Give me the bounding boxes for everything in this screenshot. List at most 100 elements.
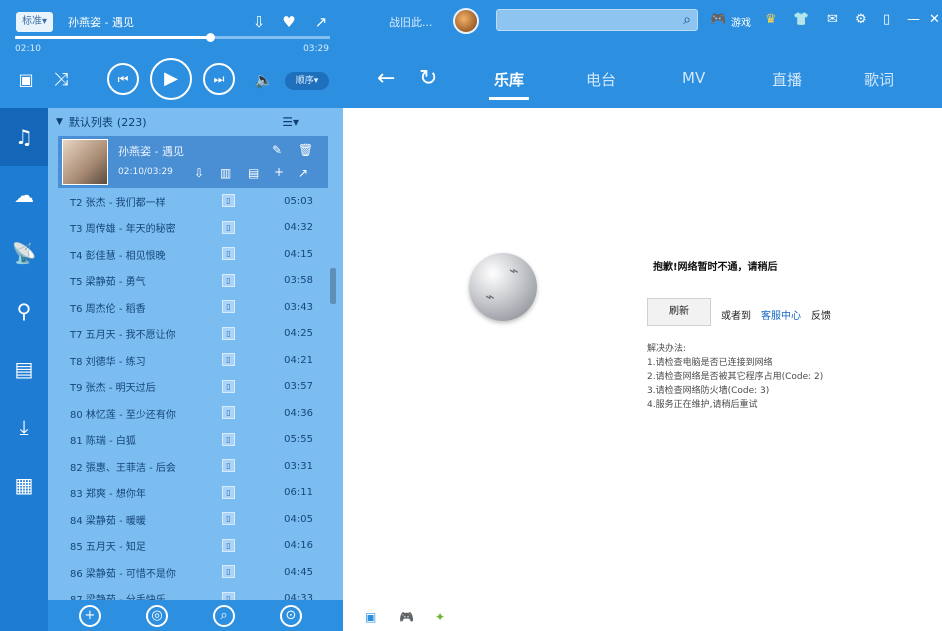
- volume-icon[interactable]: 🔈: [254, 70, 274, 90]
- user-name[interactable]: 战旧此...: [389, 14, 433, 30]
- prev-button[interactable]: ⏮: [107, 63, 139, 95]
- vip-icon[interactable]: ♛: [765, 11, 777, 29]
- play-button[interactable]: ▶: [150, 58, 192, 100]
- mv-tag-icon[interactable]: ▯: [222, 485, 235, 499]
- skin-shirt-icon[interactable]: 👕: [793, 11, 809, 29]
- playlist-menu-icon[interactable]: ☰▾: [282, 115, 299, 129]
- tab-live[interactable]: 直播: [772, 69, 802, 90]
- table-row[interactable]: 80 林忆莲 - 至少还有你 ▯ 04:36: [48, 400, 343, 427]
- mv-tag-icon[interactable]: ▯: [222, 459, 235, 472]
- search-icon[interactable]: ⌕: [683, 10, 691, 30]
- mv-tag-icon[interactable]: ▯: [222, 326, 235, 340]
- sidebar-item-files[interactable]: ▤: [0, 340, 48, 398]
- service-center-link[interactable]: 客服中心: [761, 307, 801, 322]
- refresh-button[interactable]: 刷新: [647, 298, 711, 326]
- cloud-icon: ☁: [14, 183, 34, 207]
- track-name: 82 張惠、王菲洁 - 后会: [70, 462, 176, 474]
- gamepad-icon[interactable]: 🎮: [399, 610, 414, 624]
- table-row[interactable]: T4 彭佳慧 - 相见恨晚 ▯ 04:15: [48, 241, 343, 268]
- heart-icon[interactable]: ♥: [278, 12, 300, 32]
- mv-icon[interactable]: ▥: [220, 166, 231, 180]
- tab-mv[interactable]: MV: [682, 69, 705, 87]
- sidebar-item-cloud[interactable]: ☁: [0, 166, 48, 224]
- search-input[interactable]: ⌕: [496, 9, 698, 31]
- minimize-icon[interactable]: —: [907, 11, 920, 29]
- tab-radio[interactable]: 电台: [586, 69, 616, 90]
- table-row[interactable]: T7 五月天 - 我不愿让你 ▯ 04:25: [48, 321, 343, 348]
- mini-mode-icon[interactable]: ▯: [883, 11, 890, 29]
- mv-tag-icon[interactable]: ▯: [222, 273, 235, 287]
- progress-bar[interactable]: [15, 33, 330, 42]
- mv-tag-icon[interactable]: ▯: [222, 247, 235, 260]
- playlist-scrollbar[interactable]: [330, 268, 336, 304]
- lyrics-icon[interactable]: ▤: [248, 166, 259, 180]
- mv-tag-icon[interactable]: ▯: [222, 194, 235, 207]
- mv-tag-icon[interactable]: ▯: [222, 565, 235, 578]
- quality-selector[interactable]: 标准▾: [16, 12, 54, 32]
- table-row[interactable]: T3 周传雄 - 年天的秘密 ▯ 04:32: [48, 215, 343, 242]
- table-row[interactable]: 83 郑爽 - 想你年 ▯ 06:11: [48, 480, 343, 507]
- table-row[interactable]: 86 梁静茹 - 可惜不是你 ▯ 04:45: [48, 559, 343, 586]
- tab-library[interactable]: 乐库: [494, 69, 524, 90]
- refresh-icon[interactable]: ↻: [419, 66, 437, 91]
- game-label[interactable]: 游戏: [731, 14, 751, 29]
- mic-icon[interactable]: ✎: [272, 143, 282, 157]
- close-icon[interactable]: ✕: [929, 11, 940, 29]
- avatar[interactable]: [453, 8, 479, 34]
- solution-line: 4.服务正在维护,请稍后重试: [647, 400, 758, 410]
- track-name: 85 五月天 - 知足: [70, 542, 146, 554]
- next-button[interactable]: ⏭: [203, 63, 235, 95]
- mv-tag-icon[interactable]: ▯: [222, 432, 235, 446]
- table-row[interactable]: T9 张杰 - 明天过后 ▯ 03:57: [48, 374, 343, 401]
- mv-tag-icon[interactable]: ▯: [222, 220, 235, 234]
- share-icon[interactable]: ↗: [298, 166, 308, 180]
- search-icon[interactable]: ⌕: [213, 605, 235, 627]
- table-row[interactable]: T8 刘德华 - 练习 ▯ 04:21: [48, 347, 343, 374]
- add-icon[interactable]: +: [274, 165, 284, 179]
- mv-tag-icon[interactable]: ▯: [222, 591, 235, 600]
- tab-lyrics[interactable]: 歌词: [864, 69, 894, 90]
- sidebar-item-location[interactable]: ⚲: [0, 282, 48, 340]
- share-icon[interactable]: ↗: [310, 12, 332, 32]
- mv-tag-icon[interactable]: ▯: [222, 300, 235, 313]
- download-icon[interactable]: ⇩: [194, 166, 204, 180]
- mv-tag-icon[interactable]: ▯: [222, 512, 235, 525]
- trash-icon[interactable]: 🗑: [298, 143, 313, 157]
- mail-icon[interactable]: ✉: [827, 11, 838, 29]
- gamepad-icon[interactable]: 🎮: [710, 11, 726, 29]
- table-row[interactable]: T6 周杰伦 - 稻香 ▯ 03:43: [48, 294, 343, 321]
- mv-tag-icon[interactable]: ▯: [222, 353, 235, 366]
- sidebar-item-download[interactable]: ⤓: [0, 398, 48, 456]
- shuffle-icon[interactable]: ⤨: [50, 70, 72, 90]
- settings-icon[interactable]: ⚙: [855, 11, 867, 29]
- play-mode-selector[interactable]: 顺序▾: [285, 72, 329, 90]
- sidebar-item-music[interactable]: ♫: [0, 108, 48, 166]
- playlist-panel: ▼ 默认列表 (223) ☰▾ 孙燕姿 - 遇见 02:10/03:29 ⇩ ✎…: [48, 108, 343, 600]
- table-row[interactable]: 84 梁静茹 - 暖暖 ▯ 04:05: [48, 506, 343, 533]
- table-row[interactable]: T5 梁静茹 - 勇气 ▯ 03:58: [48, 268, 343, 295]
- download-icon[interactable]: ⇩: [248, 12, 270, 32]
- table-row[interactable]: 85 五月天 - 知足 ▯ 04:16: [48, 533, 343, 560]
- track-name: T2 张杰 - 我们都一样: [70, 197, 166, 209]
- add-icon[interactable]: +: [79, 605, 101, 627]
- playlist-count: (223): [116, 115, 147, 129]
- settings-icon[interactable]: ⊙: [280, 605, 302, 627]
- mini-mode-icon[interactable]: ▣: [16, 70, 36, 90]
- playlist-header[interactable]: ▼ 默认列表 (223) ☰▾: [48, 108, 343, 136]
- back-arrow-icon[interactable]: ←: [377, 66, 395, 91]
- mv-tag-icon[interactable]: ▯: [222, 379, 235, 393]
- table-row[interactable]: 87 梁静茹 - 分手快乐 ▯ 04:33: [48, 586, 343, 600]
- app-icon[interactable]: ▣: [365, 610, 376, 624]
- progress-knob[interactable]: [206, 33, 216, 42]
- table-row[interactable]: 82 張惠、王菲洁 - 后会 ▯ 03:31: [48, 453, 343, 480]
- collapse-triangle-icon[interactable]: ▼: [56, 117, 63, 127]
- sidebar-item-radio[interactable]: 📡: [0, 224, 48, 282]
- mv-tag-icon[interactable]: ▯: [222, 538, 235, 552]
- plugin-icon[interactable]: ✦: [435, 610, 445, 624]
- locate-icon[interactable]: ◎: [146, 605, 168, 627]
- table-row[interactable]: 81 陈瑞 - 白狐 ▯ 05:55: [48, 427, 343, 454]
- sidebar-item-apps[interactable]: ▦: [0, 456, 48, 514]
- current-track[interactable]: 孙燕姿 - 遇见 02:10/03:29 ⇩ ✎ 🗑 ▥ ▤ + ↗: [58, 136, 328, 188]
- mv-tag-icon[interactable]: ▯: [222, 406, 235, 419]
- table-row[interactable]: T2 张杰 - 我们都一样 ▯ 05:03: [48, 188, 343, 215]
